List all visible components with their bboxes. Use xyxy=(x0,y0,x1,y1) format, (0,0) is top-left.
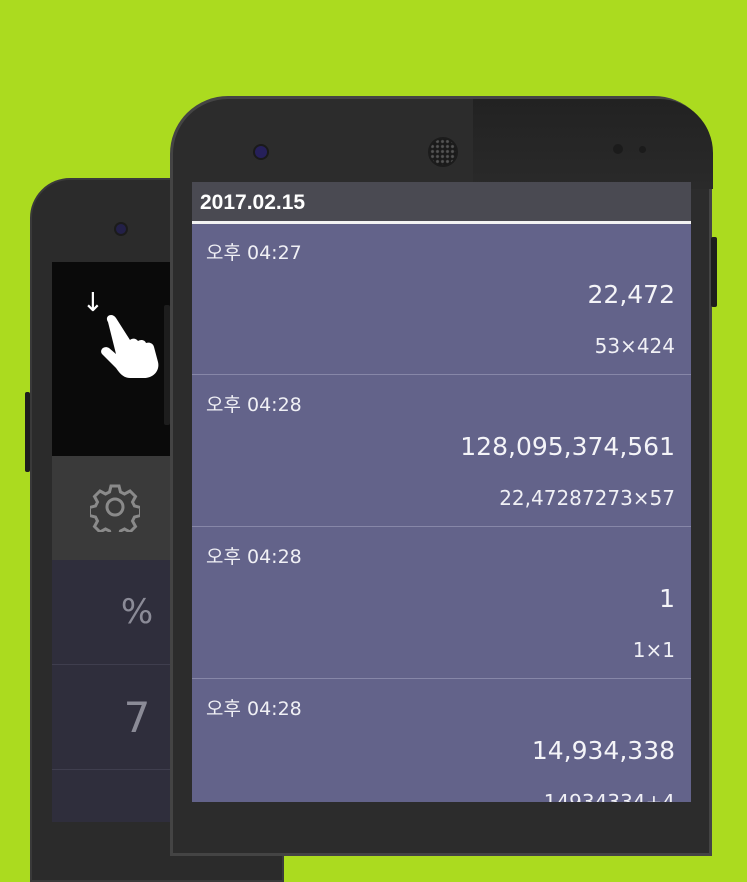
back-front-camera xyxy=(116,224,126,234)
power-button xyxy=(711,237,717,307)
history-entry[interactable]: 오후 04:28 128,095,374,561 22,47287273×57 xyxy=(192,376,691,527)
entry-result: 14,934,338 xyxy=(531,736,675,765)
gear-icon xyxy=(90,484,140,532)
volume-button xyxy=(164,305,170,425)
entry-result: 22,472 xyxy=(587,280,675,309)
entry-time: 오후 04:28 xyxy=(206,394,302,416)
speaker-grille xyxy=(428,137,458,167)
entry-expression: 14934334+4 xyxy=(543,790,675,802)
entry-time: 오후 04:28 xyxy=(206,698,302,720)
entry-result: 128,095,374,561 xyxy=(460,432,675,461)
hand-pointer-icon xyxy=(101,315,159,378)
entry-time: 오후 04:27 xyxy=(206,242,302,264)
light-sensor xyxy=(639,146,646,153)
entry-expression: 53×424 xyxy=(594,334,675,358)
back-side-button xyxy=(25,392,30,472)
proximity-sensor xyxy=(613,144,623,154)
entry-time: 오후 04:28 xyxy=(206,546,302,568)
history-entry[interactable]: 오후 04:28 1 1×1 xyxy=(192,528,691,679)
entry-expression: 1×1 xyxy=(632,638,675,662)
history-date: 2017.02.15 xyxy=(200,191,306,214)
history-date-header: 2017.02.15 xyxy=(192,182,691,224)
entry-expression: 22,47287273×57 xyxy=(499,486,675,510)
history-screen: 2017.02.15 오후 04:27 22,472 53×424 오후 04:… xyxy=(192,182,691,802)
history-entry[interactable]: 오후 04:27 22,472 53×424 xyxy=(192,224,691,375)
history-entry[interactable]: 오후 04:28 14,934,338 14934334+4 xyxy=(192,680,691,802)
front-camera xyxy=(255,146,267,158)
entry-result: 1 xyxy=(659,584,675,613)
phone-gloss xyxy=(473,99,713,189)
